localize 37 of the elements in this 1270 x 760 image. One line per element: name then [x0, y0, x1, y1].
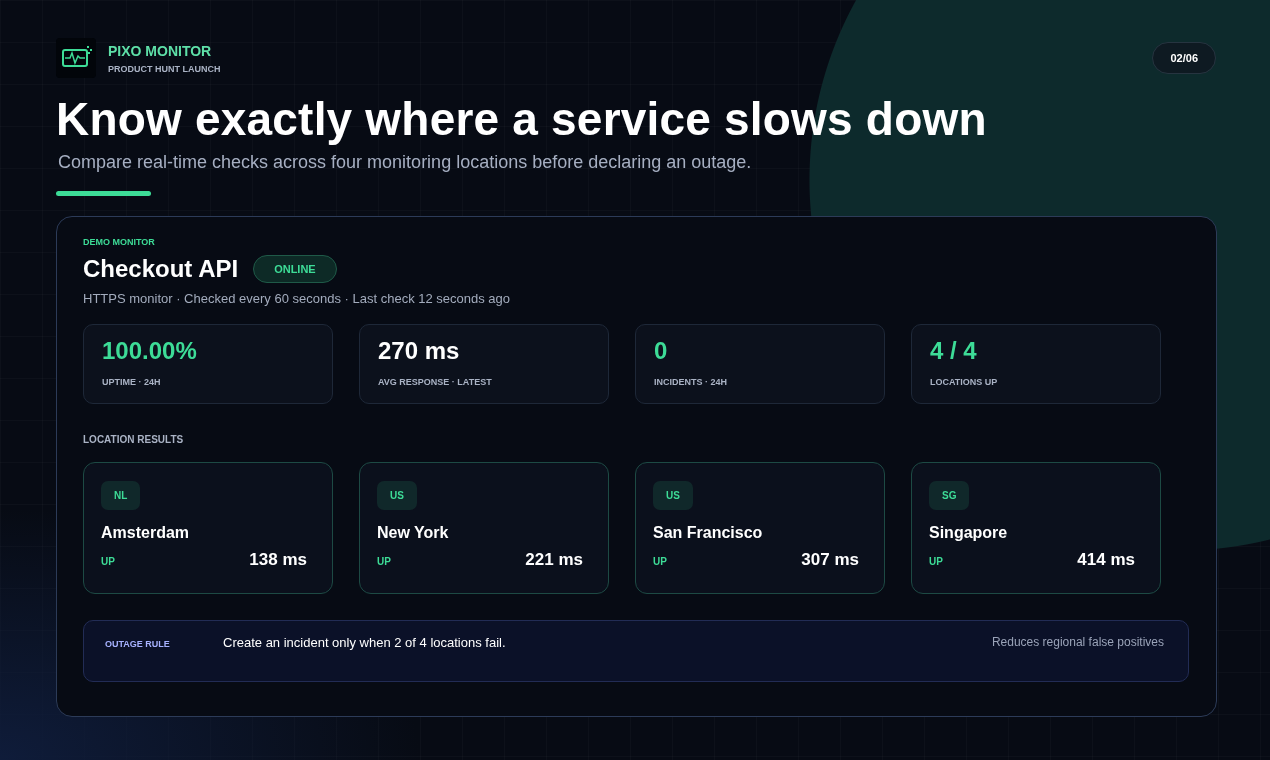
- stat-value: 100.00%: [102, 337, 198, 365]
- stat-value: 270 ms: [378, 337, 461, 365]
- latency-value: 307 ms: [801, 550, 859, 570]
- country-code-badge: US: [653, 481, 693, 510]
- rule-label: OUTAGE RULE: [105, 639, 171, 649]
- country-code-badge: SG: [929, 481, 970, 510]
- city-name: Amsterdam: [101, 524, 191, 542]
- country-code-badge: NL: [101, 481, 141, 510]
- location-status: UP: [377, 556, 391, 567]
- stat-label: UPTIME · 24H: [102, 377, 162, 387]
- city-name: San Francisco: [653, 524, 764, 542]
- location-status: UP: [653, 556, 667, 567]
- monitor-name: Checkout API: [83, 255, 239, 283]
- city-name: Singapore: [929, 524, 1009, 542]
- status-badge: ONLINE: [253, 255, 337, 283]
- stat-label: AVG RESPONSE · LATEST: [378, 377, 493, 387]
- latency-value: 138 ms: [249, 550, 307, 570]
- subheadline: Compare real-time checks across four monitoring locations before declaring an outage.: [58, 152, 753, 173]
- rule-text: Create an incident only when 2 of 4 locations fail.: [223, 635, 507, 650]
- location-status: UP: [101, 556, 115, 567]
- country-code-badge: US: [377, 481, 417, 510]
- rule-note: Reduces regional false positives: [991, 635, 1164, 649]
- brand-name: PIXO MONITOR: [108, 42, 213, 59]
- latency-value: 414 ms: [1077, 550, 1135, 570]
- card-eyebrow: DEMO MONITOR: [83, 237, 156, 247]
- headline: Know exactly where a service slows down: [56, 92, 988, 146]
- location-status: UP: [929, 556, 943, 567]
- page-counter: 02/06: [1152, 42, 1216, 74]
- stat-value: 0: [654, 337, 669, 365]
- stat-label: LOCATIONS UP: [930, 377, 999, 387]
- stat-value: 4 / 4: [930, 337, 978, 365]
- monitor-details: HTTPS monitor · Checked every 60 seconds · Last check 12 seconds ago: [83, 291, 512, 306]
- brand-tagline: PRODUCT HUNT LAUNCH: [108, 63, 221, 74]
- latency-value: 221 ms: [525, 550, 583, 570]
- stat-label: INCIDENTS · 24H: [654, 377, 728, 387]
- section-heading: LOCATION RESULTS: [83, 434, 185, 445]
- city-name: New York: [377, 524, 450, 542]
